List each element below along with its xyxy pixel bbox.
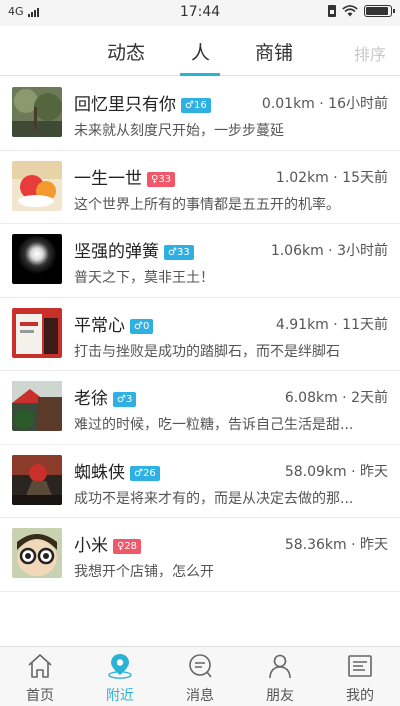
person-name: 坚强的弹簧 ♂33 (74, 237, 194, 262)
list-item[interactable]: 小米 ♀28 58.36km · 昨天 我想开个店铺，怎么开 (0, 518, 400, 592)
message-icon (189, 654, 212, 678)
list-item[interactable]: 蜘蛛侠 ♂26 58.09km · 昨天 成功不是将来才有的，而是从决定去做的那.… (0, 445, 400, 518)
top-tab-bar: 动态 人 商铺 排序 (0, 26, 400, 76)
person-name-text: 回忆里只有你 (74, 95, 176, 115)
friends-icon (269, 654, 291, 679)
gender-age-badge: ♂3 (113, 392, 137, 407)
list-item[interactable]: 坚强的弹簧 ♂33 1.06km · 3小时前 普天之下，莫非王土！ (0, 224, 400, 298)
nav-home[interactable]: 首页 (0, 647, 80, 706)
home-icon (28, 654, 52, 678)
list-item[interactable]: 回忆里只有你 ♂16 0.01km · 16小时前 未来就从刻度尺开始，一步步蔓延 (0, 77, 400, 151)
person-name-text: 一生一世 (74, 168, 142, 189)
distance-time: 58.09km · 昨天 (284, 463, 388, 480)
distance-time: 6.08km · 2天前 (284, 390, 388, 406)
person-name-text: 平常心 (74, 315, 125, 336)
status-bar: 4G 17:44 (0, 0, 400, 26)
sort-button[interactable]: 排序 (354, 41, 386, 65)
distance-time: 58.36km · 昨天 (284, 537, 388, 553)
location-pin-icon (108, 654, 132, 679)
avatar[interactable] (12, 528, 62, 578)
gender-age-badge: ♂26 (130, 465, 160, 481)
nav-messages[interactable]: 消息 (160, 647, 240, 706)
signature: 难过的时候，吃一粒糖，告诉自己生活是甜... (74, 417, 354, 433)
gender-age-badge: ♂33 (164, 245, 194, 260)
gender-age-badge: ♂0 (130, 318, 154, 334)
distance-time: 1.06km · 3小时前 (270, 243, 388, 259)
signature: 普天之下，莫非王土！ (74, 270, 214, 286)
person-name: 回忆里只有你 ♂16 (74, 90, 211, 115)
list-item[interactable]: 老徐 ♂3 6.08km · 2天前 难过的时候，吃一粒糖，告诉自己生活是甜... (0, 371, 400, 445)
battery-icon (364, 5, 395, 17)
nav-label: 我的 (346, 688, 374, 704)
avatar[interactable] (12, 234, 62, 284)
signature: 成功不是将来才有的，而是从决定去做的那... (74, 490, 354, 507)
tab-people[interactable]: 人 (191, 38, 210, 76)
bottom-nav: 首页 附近 消息 朋友 我的 (0, 646, 400, 706)
person-name: 平常心 ♂0 (74, 311, 154, 336)
avatar[interactable] (12, 307, 62, 358)
signature: 打击与挫败是成功的踏脚石，而不是绊脚石 (74, 343, 340, 360)
distance-time: 4.91km · 11天前 (275, 316, 388, 333)
person-name-text: 坚强的弹簧 (74, 242, 159, 262)
nav-friends[interactable]: 朋友 (240, 647, 320, 706)
person-name-text: 老徐 (74, 389, 108, 409)
avatar[interactable] (12, 160, 62, 211)
signature: 这个世界上所有的事情都是五五开的机率。 (74, 196, 340, 213)
person-name: 一生一世 ♀33 (74, 164, 176, 189)
nav-label: 附近 (106, 688, 134, 704)
person-name-text: 小米 (74, 536, 108, 556)
people-list: 回忆里只有你 ♂16 0.01km · 16小时前 未来就从刻度尺开始，一步步蔓延… (0, 77, 400, 592)
avatar[interactable] (12, 87, 62, 137)
list-item[interactable]: 一生一世 ♀33 1.02km · 15天前 这个世界上所有的事情都是五五开的机率… (0, 151, 400, 224)
nav-mine[interactable]: 我的 (320, 647, 400, 706)
tab-shops[interactable]: 商铺 (255, 38, 293, 76)
nav-label: 消息 (186, 688, 214, 704)
nav-label: 朋友 (266, 688, 294, 704)
signature: 我想开个店铺，怎么开 (74, 564, 214, 580)
gender-age-badge: ♀33 (147, 171, 176, 187)
profile-card-icon (348, 655, 372, 677)
tab-feed[interactable]: 动态 (107, 38, 145, 76)
person-name: 老徐 ♂3 (74, 384, 137, 409)
sim-icon (328, 5, 336, 17)
distance-time: 1.02km · 15天前 (275, 169, 388, 186)
distance-time: 0.01km · 16小时前 (261, 96, 388, 112)
avatar[interactable] (12, 381, 62, 431)
tab-active-indicator (180, 73, 220, 76)
wifi-icon (342, 5, 358, 17)
person-name: 小米 ♀28 (74, 531, 142, 556)
nav-label: 首页 (26, 688, 54, 704)
gender-age-badge: ♀28 (113, 539, 142, 554)
person-name-text: 蜘蛛侠 (74, 462, 125, 483)
person-name: 蜘蛛侠 ♂26 (74, 458, 160, 483)
nav-nearby[interactable]: 附近 (80, 647, 160, 706)
gender-age-badge: ♂16 (181, 98, 211, 113)
avatar[interactable] (12, 454, 62, 505)
list-item[interactable]: 平常心 ♂0 4.91km · 11天前 打击与挫败是成功的踏脚石，而不是绊脚石 (0, 298, 400, 371)
signature: 未来就从刻度尺开始，一步步蔓延 (74, 123, 284, 139)
